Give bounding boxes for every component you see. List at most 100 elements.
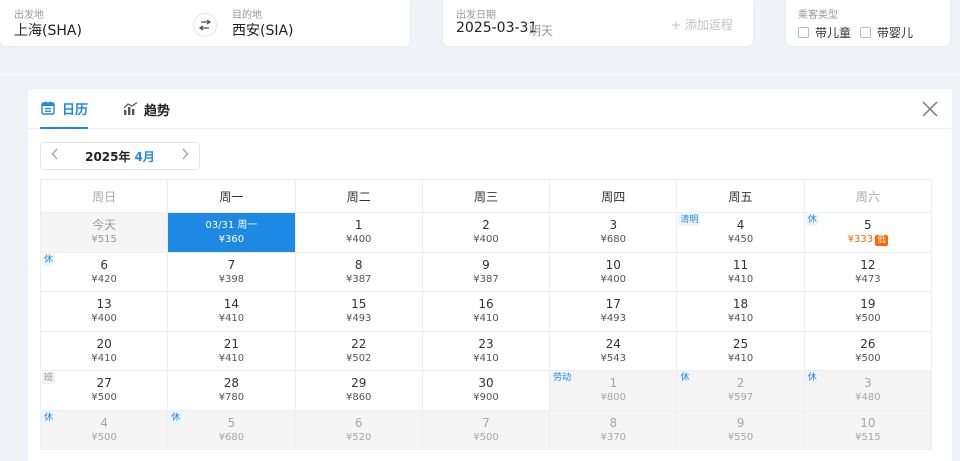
calendar-day-cell[interactable]: 18 ¥410: [676, 291, 805, 332]
day-number: 26: [860, 336, 876, 351]
day-price: ¥400: [296, 233, 422, 246]
calendar-day-cell[interactable]: 22 ¥502: [294, 330, 423, 371]
calendar-day-cell[interactable]: 休 5 ¥333 低: [803, 212, 933, 253]
calendar-day-cell[interactable]: 17 ¥493: [549, 291, 678, 332]
calendar-week-row: 休 4 ¥500 休 5 ¥680 6 ¥520 7 ¥500 8 ¥370 9 ¥550 10 ¥515: [39, 409, 933, 450]
day-number: 9: [482, 257, 490, 272]
tab-calendar-label: 日历: [62, 102, 89, 118]
price-value: ¥515: [855, 431, 881, 443]
day-number: 7: [227, 257, 236, 272]
calendar-day-cell[interactable]: 30 ¥900: [421, 370, 551, 411]
calendar-week-row: 休 6 ¥420 7 ¥398 8 ¥387 9 ¥387 10 ¥400 11 ¥410 12 ¥473: [39, 251, 933, 292]
holiday-tag: 休: [678, 372, 692, 384]
calendar-day-cell[interactable]: 10 ¥515: [803, 409, 933, 450]
calendar-day-cell[interactable]: 24 ¥543: [549, 330, 678, 371]
close-button[interactable]: [920, 99, 940, 119]
add-return-button[interactable]: + 添加返程: [671, 16, 733, 33]
day-number: 2: [736, 376, 745, 391]
prev-month-button[interactable]: [51, 148, 59, 164]
from-city-input[interactable]: 上海(SHA): [14, 20, 82, 40]
calendar-day-cell[interactable]: 7 ¥500: [421, 409, 551, 450]
day-price: ¥680: [168, 431, 294, 444]
day-number: 3: [609, 218, 618, 233]
calendar-day-cell[interactable]: 25 ¥410: [676, 330, 805, 371]
lowest-price-badge: 低: [875, 235, 889, 247]
tab-trend[interactable]: 趋势: [122, 89, 170, 129]
swap-button[interactable]: [193, 13, 217, 37]
price-value: ¥387: [345, 273, 372, 285]
price-value: ¥400: [473, 234, 499, 246]
calendar-week-row: 13 ¥400 14 ¥410 15 ¥493 16 ¥410 17 ¥493 18 ¥410 19 ¥5…: [39, 291, 933, 332]
day-number: 03/31 周一: [205, 220, 258, 232]
day-number: 3: [864, 376, 872, 391]
price-value: ¥520: [345, 431, 372, 443]
infant-checkbox[interactable]: 带婴儿: [860, 24, 913, 41]
day-number: 10: [860, 415, 876, 430]
day-price: ¥410: [168, 352, 294, 365]
calendar-day-cell[interactable]: 03/31 周一 ¥360: [167, 212, 296, 253]
calendar-day-cell[interactable]: 28 ¥780: [167, 370, 296, 411]
day-price: ¥597: [677, 391, 803, 404]
passenger-card: 乘客类型 带儿童 带婴儿: [786, 0, 950, 46]
holiday-tag: 休: [169, 411, 183, 424]
calendar-day-cell[interactable]: 休 2 ¥597: [676, 370, 805, 411]
next-month-button[interactable]: [181, 148, 189, 164]
calendar-day-cell[interactable]: 10 ¥400: [549, 251, 678, 292]
calendar-day-cell[interactable]: 休 6 ¥420: [39, 251, 169, 292]
price-value: ¥400: [91, 313, 117, 325]
calendar-day-cell[interactable]: 11 ¥410: [676, 251, 805, 292]
day-price: ¥500: [41, 391, 167, 404]
calendar-day-cell[interactable]: 8 ¥387: [294, 251, 423, 292]
calendar-day-cell[interactable]: 20 ¥410: [39, 330, 169, 371]
price-value: ¥410: [727, 352, 754, 364]
day-price: ¥387: [296, 273, 422, 286]
calendar-day-cell[interactable]: 13 ¥400: [39, 291, 169, 332]
calendar-day-cell[interactable]: 14 ¥410: [167, 291, 296, 332]
calendar-day-cell[interactable]: 12 ¥473: [803, 251, 933, 292]
price-value: ¥480: [855, 392, 881, 404]
price-value: ¥500: [855, 352, 881, 364]
child-checkbox[interactable]: 带儿童: [798, 24, 851, 41]
day-number: 17: [605, 297, 621, 312]
calendar-day-cell[interactable]: 23 ¥410: [421, 330, 551, 371]
day-number: 6: [100, 257, 108, 272]
calendar-day-cell[interactable]: 9 ¥387: [421, 251, 551, 292]
calendar-day-cell: 今天 ¥515: [39, 212, 169, 253]
chevron-left-icon: [51, 148, 58, 160]
calendar-day-cell[interactable]: 6 ¥520: [294, 409, 423, 450]
day-price: ¥515: [805, 431, 931, 444]
calendar-day-cell[interactable]: 21 ¥410: [167, 330, 296, 371]
departure-date-input[interactable]: 2025-03-31: [456, 20, 537, 36]
calendar-day-cell[interactable]: 29 ¥860: [294, 370, 423, 411]
tab-calendar[interactable]: 日历: [40, 89, 89, 129]
day-number: 5: [864, 218, 872, 233]
calendar-day-cell[interactable]: 休 5 ¥680: [167, 409, 296, 450]
day-price: ¥370: [550, 431, 676, 444]
day-number: 4: [100, 415, 108, 430]
calendar-day-cell[interactable]: 16 ¥410: [421, 291, 551, 332]
price-value: ¥410: [473, 352, 499, 364]
day-price: ¥360: [168, 233, 294, 246]
calendar-day-cell[interactable]: 休 3 ¥480: [803, 370, 933, 411]
calendar-day-cell[interactable]: 清明 4 ¥450: [676, 212, 805, 253]
day-price: ¥410: [677, 352, 803, 365]
calendar-day-cell[interactable]: 2 ¥400: [421, 212, 551, 253]
calendar-day-cell[interactable]: 19 ¥500: [803, 291, 933, 332]
calendar-day-cell[interactable]: 1 ¥400: [294, 212, 423, 253]
calendar-day-cell[interactable]: 休 4 ¥500: [39, 409, 169, 450]
infant-label: 带婴儿: [877, 26, 914, 40]
calendar-day-cell[interactable]: 15 ¥493: [294, 291, 423, 332]
day-price: ¥398: [168, 273, 294, 286]
price-value: ¥493: [600, 313, 626, 325]
calendar-day-cell[interactable]: 7 ¥398: [167, 251, 296, 292]
day-number: 23: [478, 336, 494, 351]
calendar-day-cell[interactable]: 劳动 1 ¥800: [549, 370, 678, 411]
day-price: ¥780: [168, 391, 294, 404]
calendar-day-cell[interactable]: 3 ¥680: [549, 212, 678, 253]
calendar-day-cell[interactable]: 26 ¥500: [803, 330, 933, 371]
calendar-day-cell[interactable]: 8 ¥370: [549, 409, 678, 450]
day-number: 22: [351, 336, 367, 351]
to-city-input[interactable]: 西安(SIA): [232, 20, 294, 40]
calendar-day-cell[interactable]: 班 27 ¥500: [39, 370, 169, 411]
calendar-day-cell[interactable]: 9 ¥550: [676, 409, 805, 450]
